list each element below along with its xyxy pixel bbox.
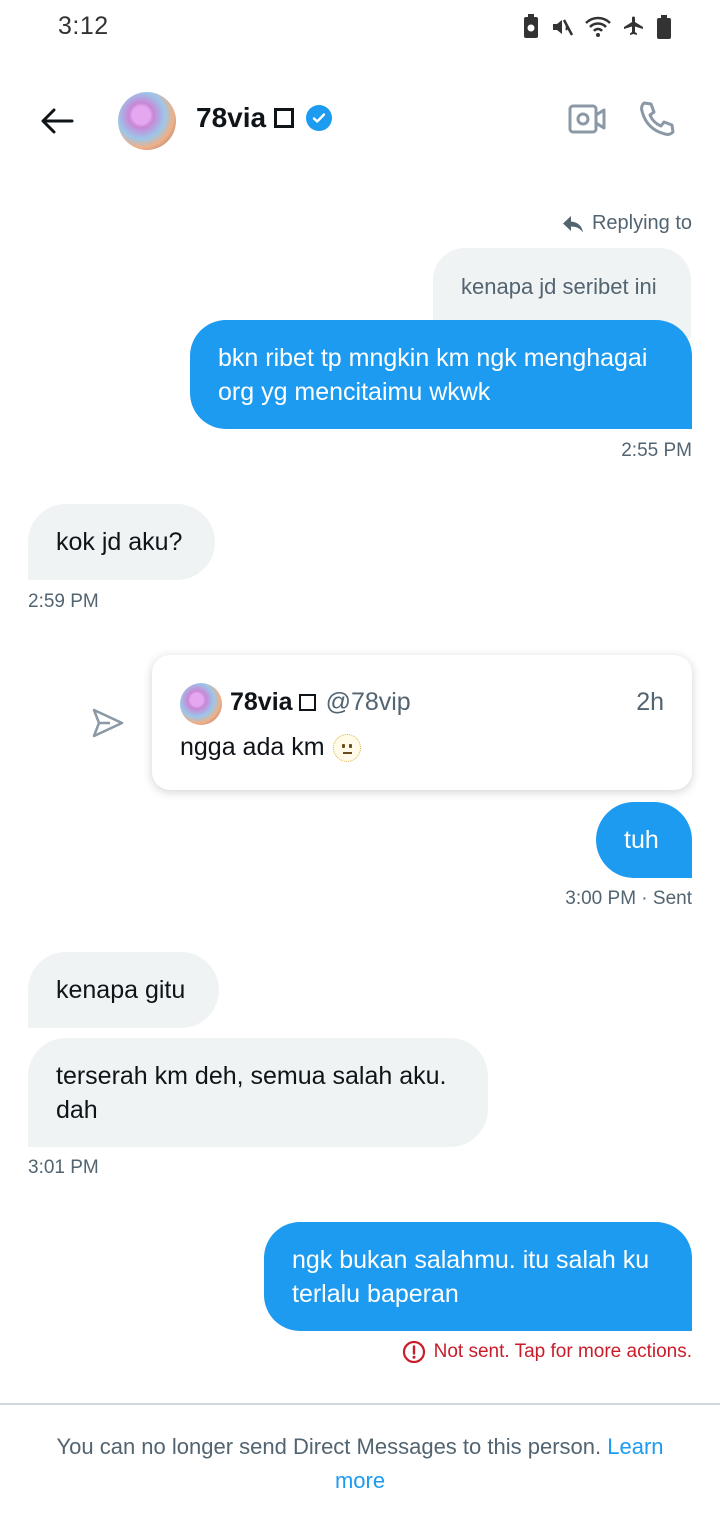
battery-icon (657, 15, 671, 39)
verified-badge-icon (306, 105, 333, 131)
phone-icon (640, 101, 675, 136)
share-icon (92, 708, 124, 738)
mute-icon (553, 19, 574, 36)
tweet-avatar (180, 683, 222, 725)
message-bubble[interactable]: kenapa gitu (28, 952, 219, 1028)
tweet-author-name: 78via (230, 688, 293, 716)
status-time: 3:12 (58, 12, 109, 40)
message-bubble[interactable]: bkn ribet tp mngkin km ngk menghagai org… (190, 320, 692, 429)
error-text: Not sent. Tap for more actions. (433, 1341, 692, 1362)
video-call-icon (568, 104, 606, 134)
message-text: terserah km deh, semua salah aku. dah (56, 1062, 447, 1124)
shared-tweet-card[interactable]: 78via @78vip 2h ngga ada km (152, 655, 692, 790)
message-error[interactable]: Not sent. Tap for more actions. (402, 1340, 692, 1364)
message-timestamp: 2:55 PM (621, 440, 692, 461)
dm-restricted-text: You can no longer send Direct Messages t… (56, 1434, 602, 1459)
battery-saver-icon (524, 14, 538, 38)
message-text: tuh (624, 826, 659, 854)
wifi-icon (585, 16, 611, 37)
reply-icon (562, 215, 583, 232)
error-icon (402, 1340, 425, 1364)
back-button[interactable] (36, 100, 78, 142)
back-arrow-icon (41, 108, 74, 134)
phone-call-button[interactable] (636, 98, 678, 140)
neutral-face-emoji-icon (332, 733, 361, 762)
tweet-author-handle: @78vip (325, 688, 411, 716)
video-call-button[interactable] (566, 98, 608, 140)
message-text: kenapa gitu (56, 976, 186, 1004)
tweet-author: 78via @78vip (230, 688, 411, 717)
square-emoji-icon (274, 108, 295, 128)
message-timestamp: 2:59 PM (28, 591, 99, 612)
tweet-time: 2h (636, 688, 664, 716)
divider (0, 1403, 720, 1405)
tweet-content: ngga ada km (180, 733, 361, 762)
dm-restricted-notice: You can no longer send Direct Messages t… (40, 1430, 680, 1498)
message-bubble[interactable]: kok jd aku? (28, 504, 215, 580)
message-timestamp: 3:01 PM (28, 1157, 99, 1178)
message-text: ngk bukan salahmu. itu salah ku terlalu … (292, 1246, 650, 1308)
airplane-icon (624, 16, 643, 35)
replying-to-label: Replying to (562, 212, 692, 235)
avatar[interactable] (118, 92, 176, 150)
message-bubble[interactable]: terserah km deh, semua salah aku. dah (28, 1038, 488, 1147)
quoted-reply-text: kenapa jd seribet ini (461, 274, 657, 299)
tweet-text: ngga ada km (180, 733, 325, 761)
message-bubble[interactable]: ngk bukan salahmu. itu salah ku terlalu … (264, 1222, 692, 1331)
square-emoji-icon (298, 694, 316, 711)
status-icons (522, 14, 672, 40)
message-timestamp: 3:00 PM · Sent (565, 888, 692, 909)
profile-name[interactable]: 78via (196, 102, 333, 134)
share-tweet-button[interactable] (88, 704, 126, 742)
message-bubble[interactable]: tuh (596, 802, 692, 878)
replying-to-text: Replying to (591, 212, 692, 234)
message-text: kok jd aku? (56, 528, 183, 556)
profile-name-text: 78via (196, 102, 267, 133)
message-text: bkn ribet tp mngkin km ngk menghagai org… (218, 344, 648, 406)
